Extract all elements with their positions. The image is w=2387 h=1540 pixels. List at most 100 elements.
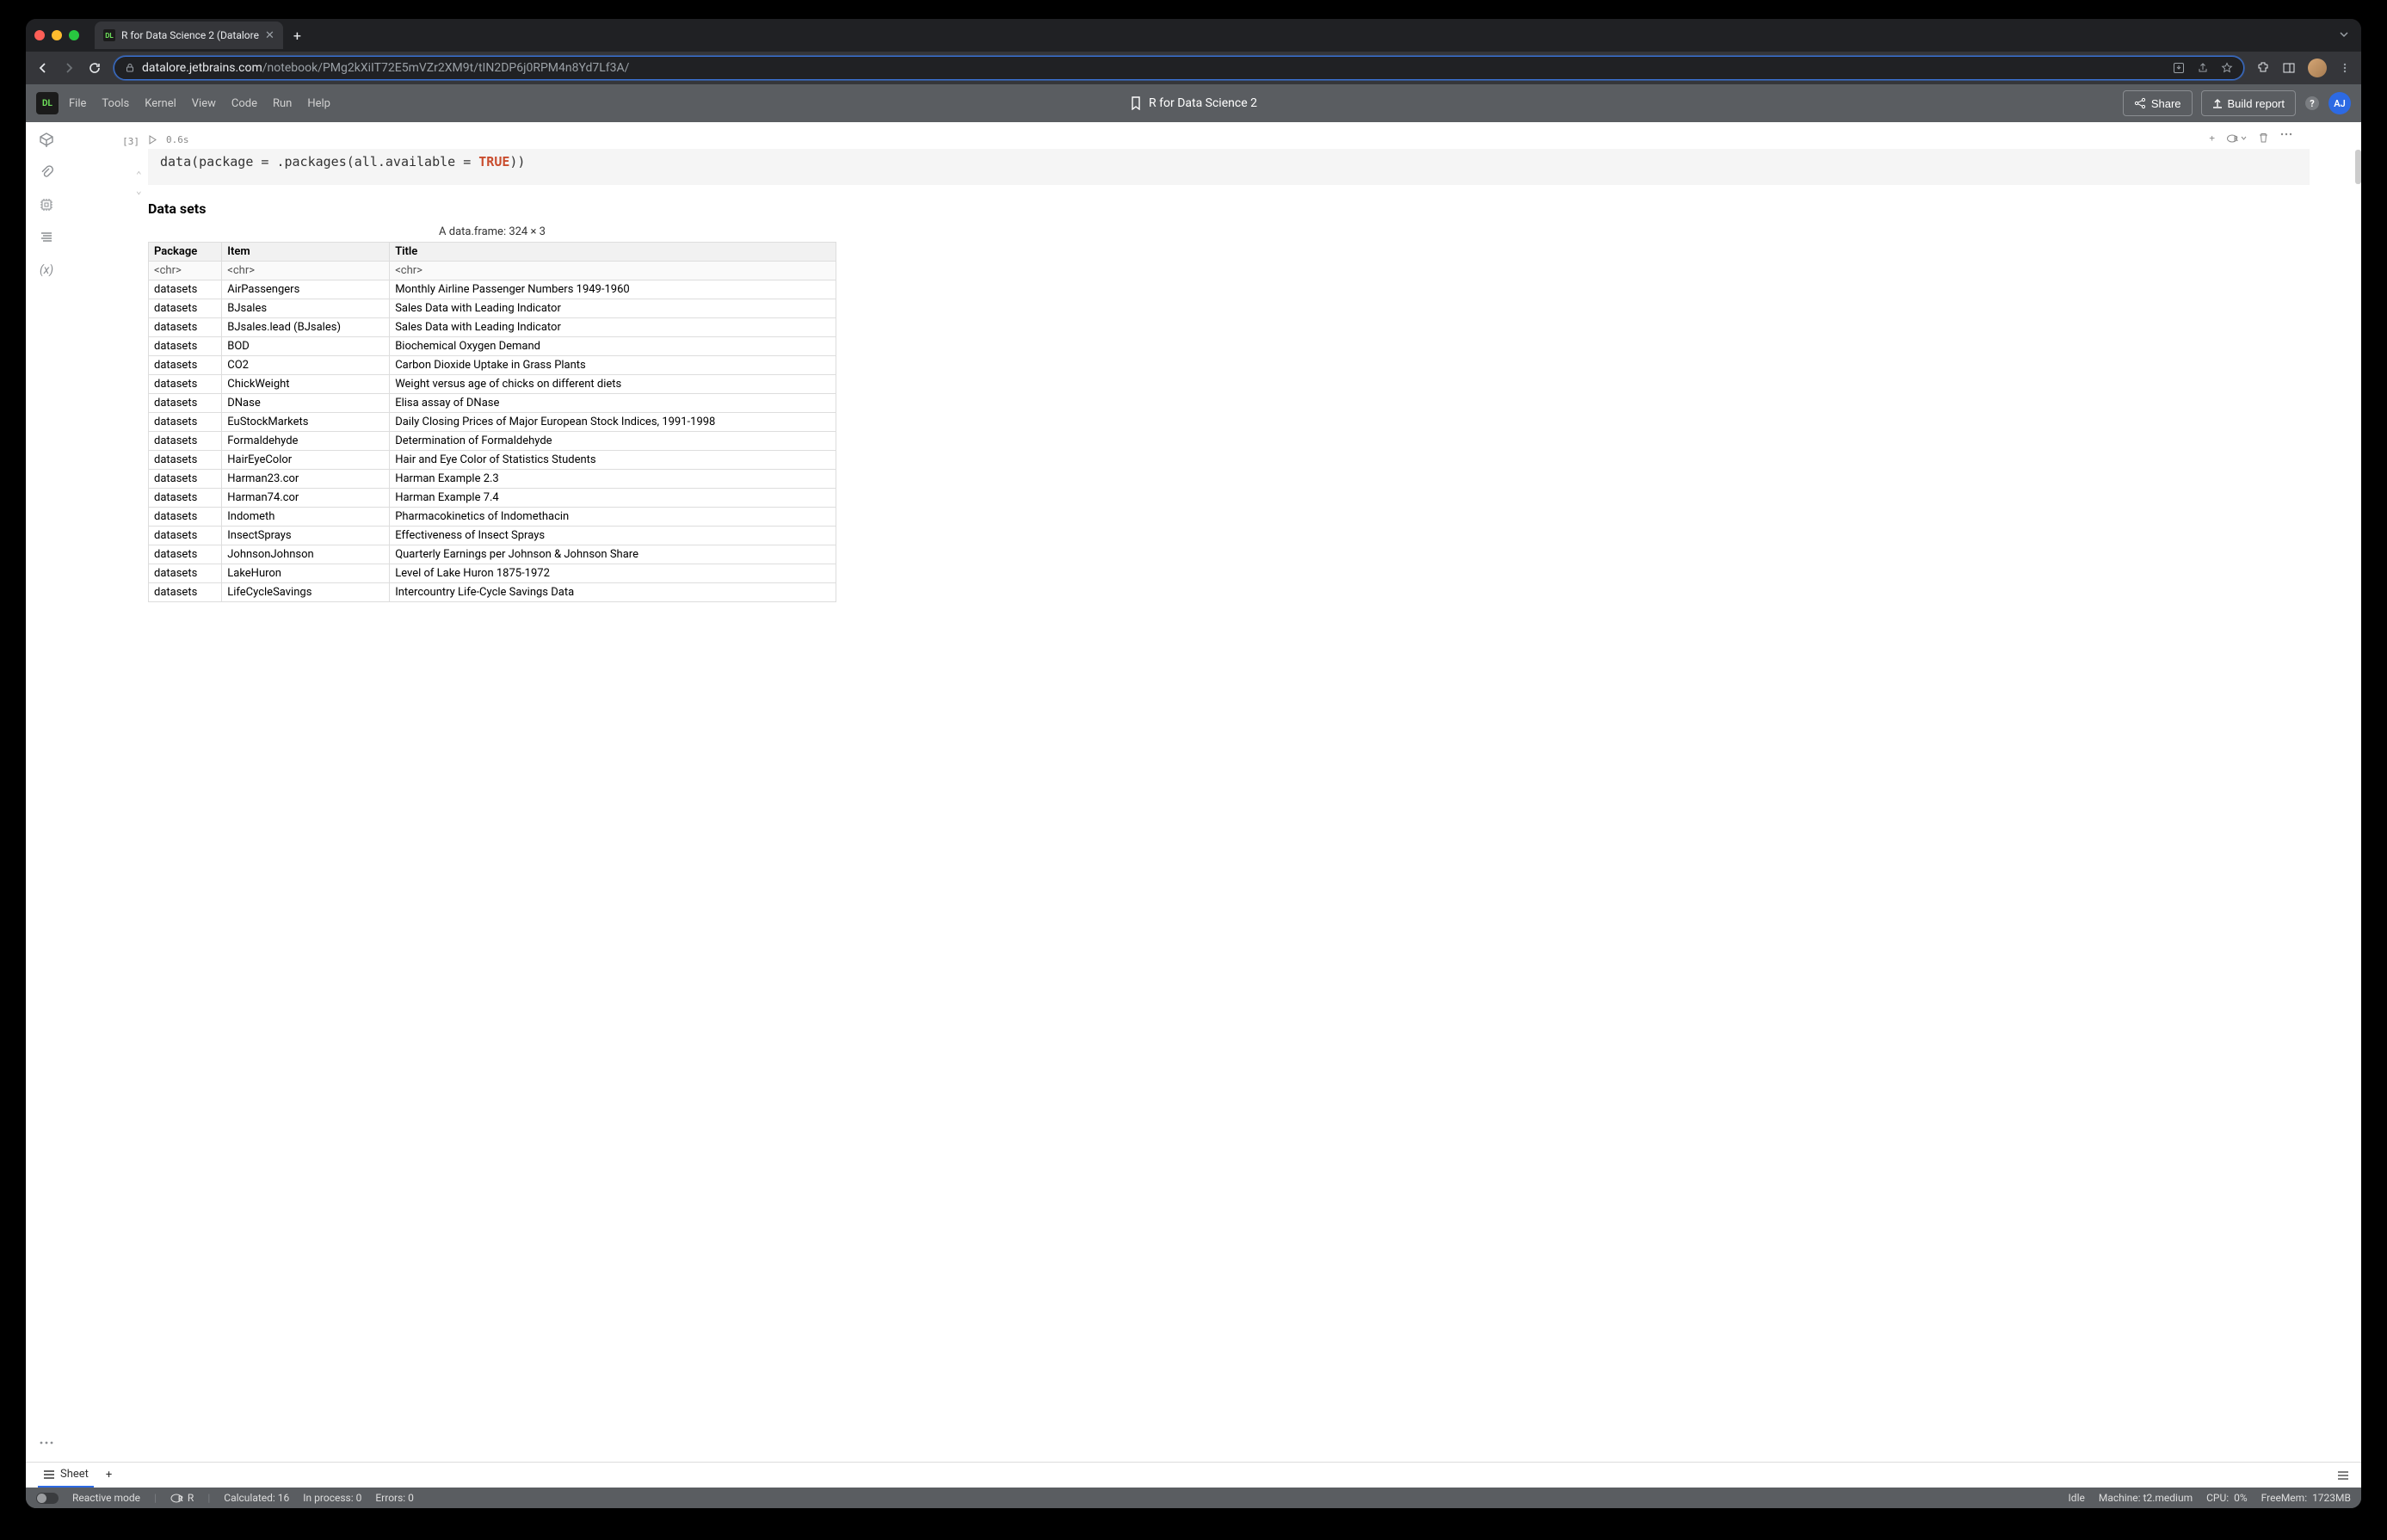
lang-icon: RR (170, 1492, 194, 1504)
lock-icon (125, 63, 135, 73)
menu-run[interactable]: Run (273, 97, 292, 110)
code-cell[interactable]: ⌃ ⌄ data(package = .packages(all.availab… (148, 149, 2310, 185)
share-button[interactable]: Share (2123, 90, 2193, 116)
table-row: datasetsHarman74.corHarman Example 7.4 (149, 489, 836, 508)
table-row: datasetsLakeHuronLevel of Lake Huron 187… (149, 564, 836, 583)
col-package: Package (149, 243, 222, 262)
share-label: Share (2151, 97, 2181, 110)
add-cell-icon[interactable]: + (2209, 132, 2215, 144)
table-row: datasetsAirPassengersMonthly Airline Pas… (149, 280, 836, 299)
cell-toolbar: 0.6s + R (148, 131, 2310, 149)
new-tab-button[interactable]: + (293, 28, 301, 44)
more-icon[interactable] (38, 1434, 55, 1451)
forward-button[interactable] (62, 61, 76, 75)
scrollbar-thumb[interactable] (2355, 150, 2361, 184)
build-report-label: Build report (2228, 97, 2285, 110)
cell-output: Data sets A data.frame: 324 × 3 Package … (148, 185, 2310, 602)
datalore-logo[interactable]: DL (36, 92, 59, 114)
table-row: datasetsCO2Carbon Dioxide Uptake in Gras… (149, 356, 836, 375)
notebook-title: R for Data Science 2 (1149, 96, 1257, 110)
profile-avatar[interactable] (2308, 59, 2327, 77)
table-row: datasetsChickWeightWeight versus age of … (149, 375, 836, 394)
address-bar[interactable]: datalore.jetbrains.com/notebook/PMg2kXiI… (114, 56, 2244, 80)
chrome-menu-icon[interactable] (2339, 62, 2351, 74)
browser-toolbar: datalore.jetbrains.com/notebook/PMg2kXiI… (26, 52, 2361, 84)
browser-tab[interactable]: DL R for Data Science 2 (Datalore ✕ (95, 22, 283, 49)
table-row: datasetsHairEyeColorHair and Eye Color o… (149, 451, 836, 470)
fold-up-icon[interactable]: ⌃ (136, 169, 142, 181)
table-type-row: <chr> <chr> <chr> (149, 262, 836, 280)
side-panel-icon[interactable] (2282, 61, 2296, 75)
url-path: /notebook/PMg2kXiIT72E5mVZr2XM9t/tIN2DP6… (262, 61, 630, 75)
attachment-icon[interactable] (38, 163, 55, 181)
window-controls (34, 30, 79, 40)
table-row: datasetsFormaldehydeDetermination of For… (149, 432, 836, 451)
back-button[interactable] (36, 61, 50, 75)
bookmark-outline-icon (1130, 96, 1142, 110)
install-app-icon[interactable] (2173, 62, 2185, 74)
r-kernel-icon[interactable]: R (2227, 132, 2247, 144)
table-row: datasetsJohnsonJohnsonQuarterly Earnings… (149, 545, 836, 564)
variable-icon[interactable]: (x) (38, 262, 55, 279)
col-title: Title (390, 243, 836, 262)
reload-button[interactable] (88, 61, 102, 75)
add-sheet-button[interactable]: + (106, 1469, 112, 1481)
dataframe-caption: A data.frame: 324 × 3 (148, 225, 836, 238)
table-row: datasetsBJsales.lead (BJsales)Sales Data… (149, 318, 836, 337)
bookmark-icon[interactable] (2221, 62, 2233, 74)
notebook-title-area[interactable]: R for Data Science 2 (1130, 96, 1257, 110)
table-header-row: Package Item Title (149, 243, 836, 262)
table-row: datasetsHarman23.corHarman Example 2.3 (149, 470, 836, 489)
table-row: datasetsDNaseElisa assay of DNase (149, 394, 836, 413)
cell-time: 0.6s (166, 134, 189, 145)
sheet-tab[interactable]: Sheet (38, 1463, 94, 1488)
cell-index: [3] (67, 131, 148, 602)
tab-favicon: DL (103, 29, 115, 41)
table-row: datasetsInsectSpraysEffectiveness of Ins… (149, 527, 836, 545)
menu-code[interactable]: Code (231, 97, 257, 110)
help-icon[interactable]: ? (2304, 95, 2320, 111)
minimize-window-button[interactable] (52, 30, 62, 40)
sheet-name: Sheet (60, 1468, 89, 1481)
dataframe-table: Package Item Title <chr> <chr> (148, 242, 836, 602)
tabs-dropdown-icon[interactable] (2339, 29, 2349, 40)
tab-close-icon[interactable]: ✕ (265, 29, 274, 42)
url-host: datalore.jetbrains.com (142, 61, 262, 75)
svg-text:R: R (178, 1495, 183, 1504)
sheet-menu-icon[interactable] (2337, 1470, 2349, 1481)
menu-view[interactable]: View (192, 97, 216, 110)
col-item: Item (222, 243, 390, 262)
menu-help[interactable]: Help (307, 97, 330, 110)
package-icon[interactable] (38, 131, 55, 148)
status-errors: Errors: 0 (375, 1492, 414, 1504)
run-cell-icon[interactable] (148, 135, 157, 145)
status-mem-val: 1723MB (2312, 1492, 2351, 1504)
build-report-button[interactable]: Build report (2201, 90, 2296, 116)
code-text-post: )) (509, 154, 525, 169)
status-bar: Reactive mode | RR | Calculated: 16 In p… (26, 1488, 2361, 1508)
left-rail: (x) (26, 122, 67, 1462)
code-true: TRUE (478, 154, 509, 169)
menu-kernel[interactable]: Kernel (145, 97, 176, 110)
menu-file[interactable]: File (69, 97, 86, 110)
chip-icon[interactable] (38, 196, 55, 213)
extensions-icon[interactable] (2256, 61, 2270, 75)
maximize-window-button[interactable] (69, 30, 79, 40)
outline-icon[interactable] (38, 229, 55, 246)
status-cpu-val: 0% (2234, 1492, 2248, 1504)
reactive-toggle[interactable] (36, 1493, 59, 1504)
user-avatar[interactable]: AJ (2328, 92, 2351, 114)
close-window-button[interactable] (34, 30, 45, 40)
menu-tools[interactable]: Tools (102, 97, 129, 110)
sheet-bar: Sheet + (26, 1462, 2361, 1488)
share-page-icon[interactable] (2197, 62, 2209, 74)
table-row: datasetsLifeCycleSavingsIntercountry Lif… (149, 583, 836, 602)
fold-down-icon[interactable]: ⌄ (136, 185, 142, 196)
delete-cell-icon[interactable] (2259, 132, 2268, 144)
notebook-area: [3] 0.6s + R (67, 122, 2361, 1462)
browser-tab-bar: DL R for Data Science 2 (Datalore ✕ + (26, 19, 2361, 52)
status-machine: Machine: t2.medium (2099, 1492, 2193, 1504)
reactive-label: Reactive mode (72, 1492, 140, 1504)
main-menu: File Tools Kernel View Code Run Help (69, 97, 330, 110)
cell-more-icon[interactable] (2280, 132, 2292, 144)
